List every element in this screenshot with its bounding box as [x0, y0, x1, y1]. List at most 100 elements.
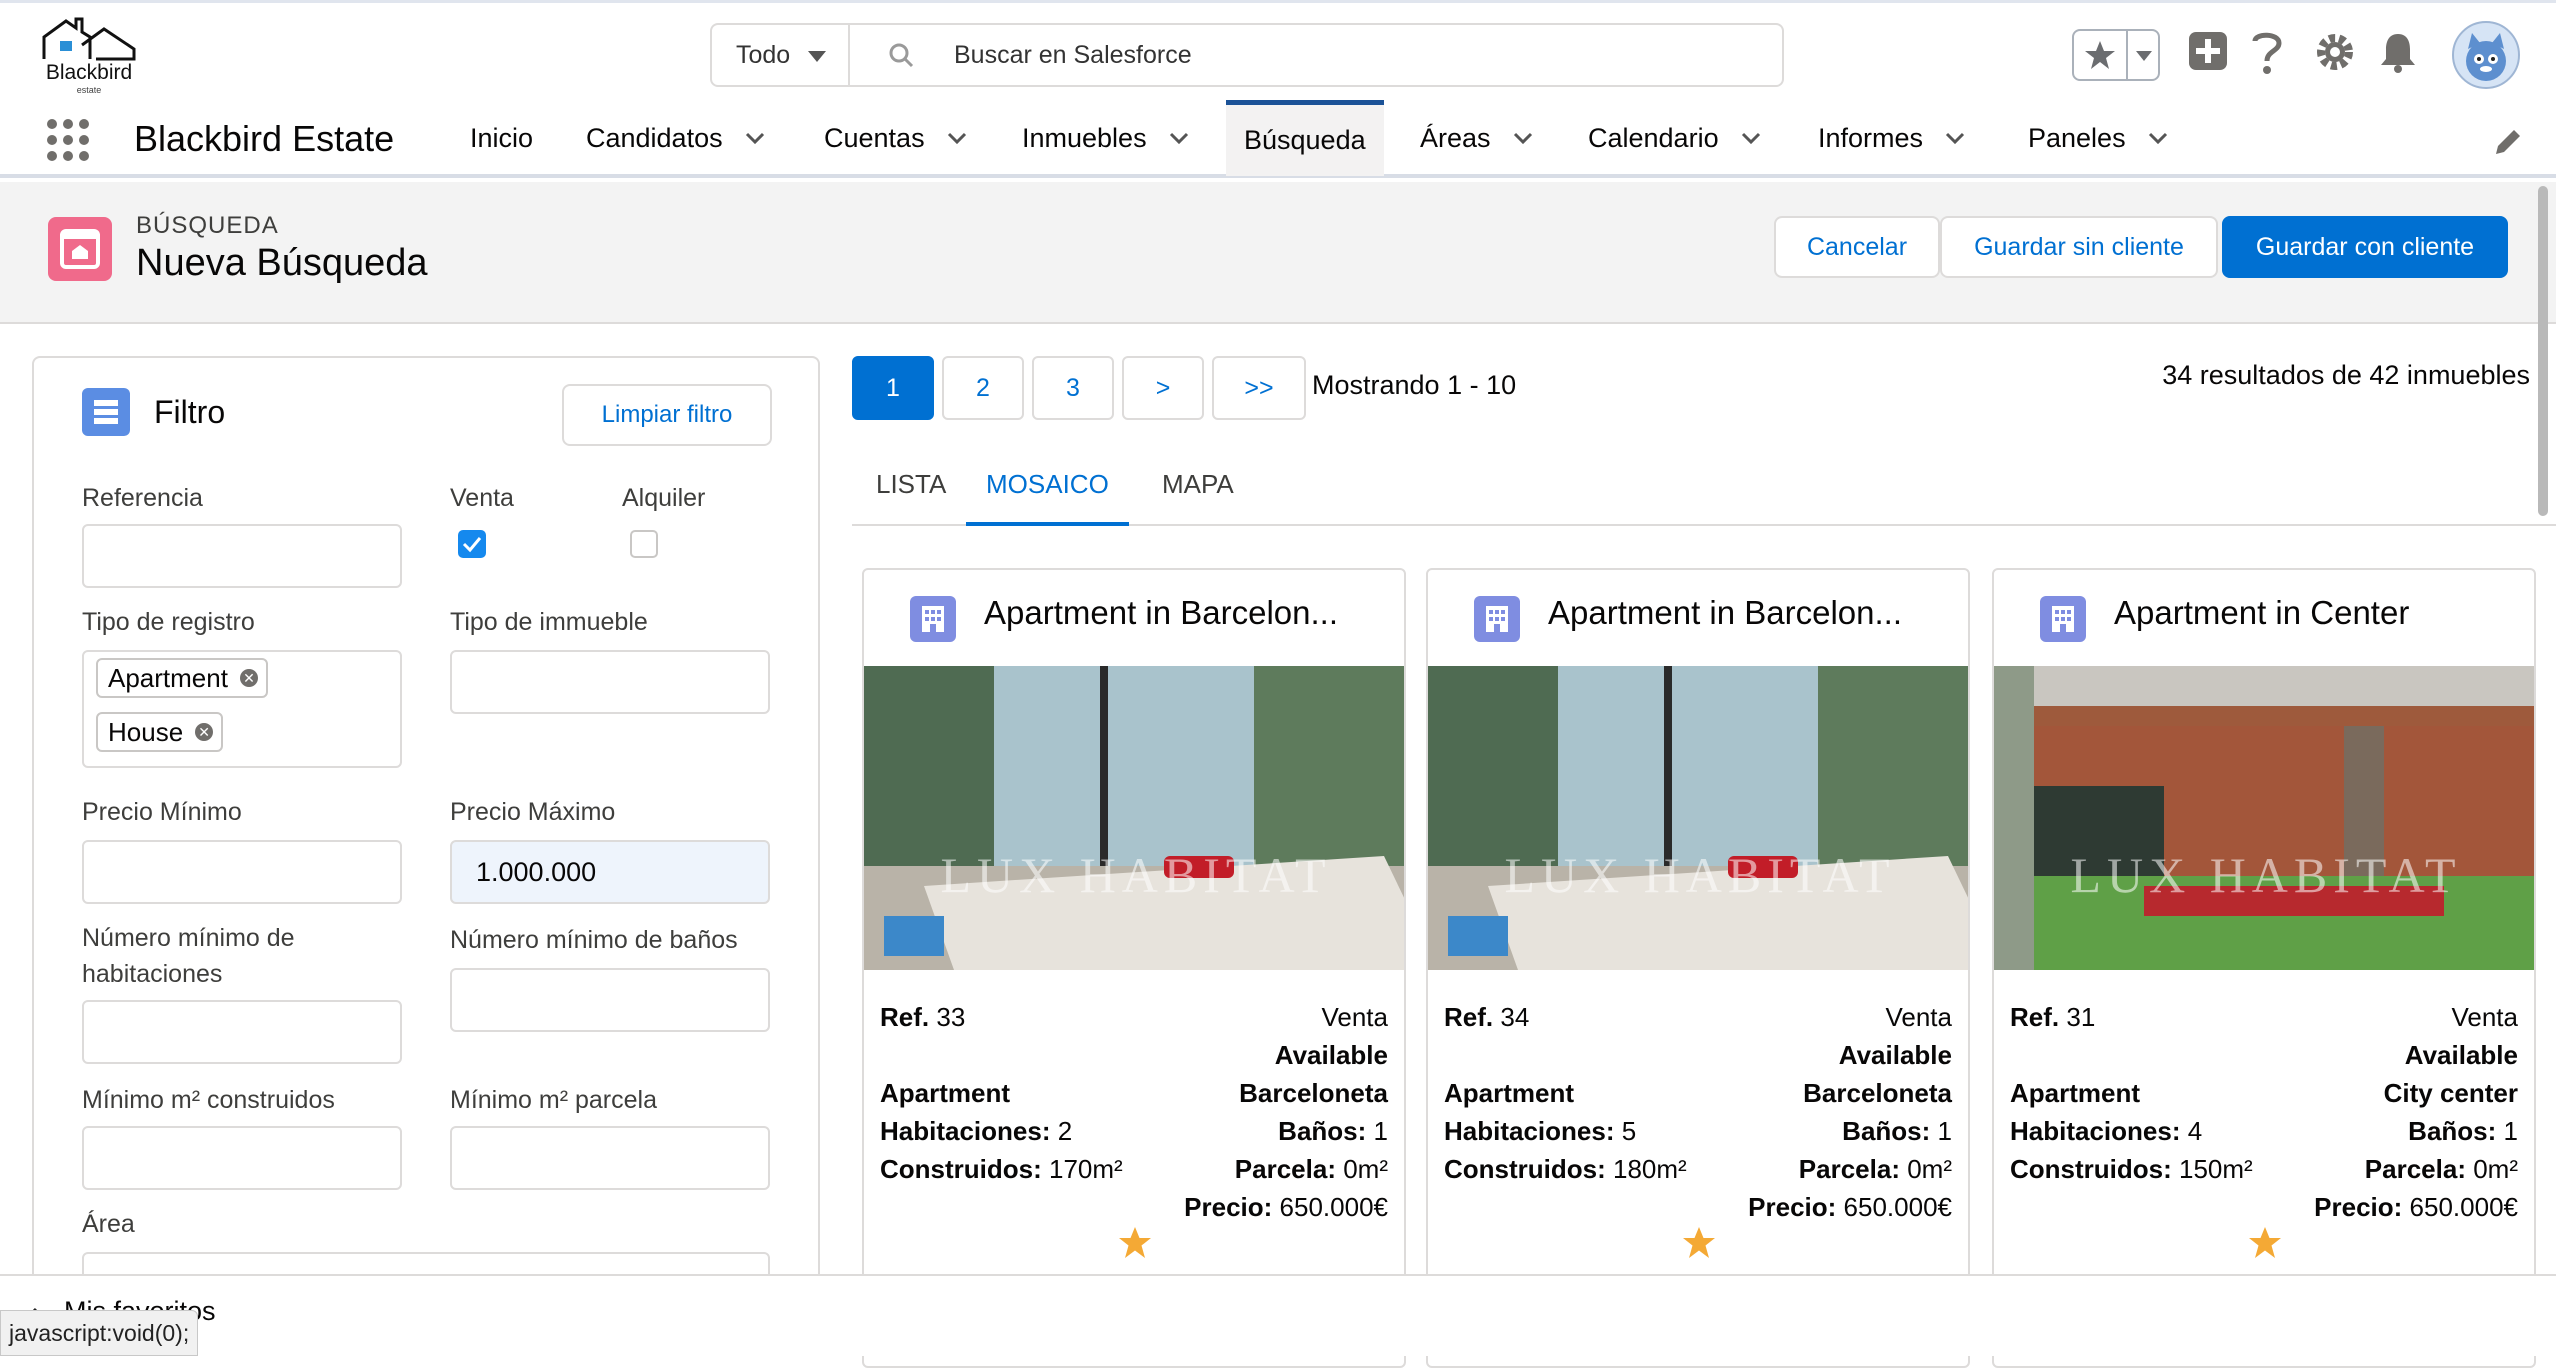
next-page-button[interactable]: > [1122, 356, 1204, 420]
tipo-registro-pill[interactable]: House ✕ [96, 712, 224, 752]
nav-item-candidatos[interactable]: Candidatos [586, 100, 765, 176]
referencia-input[interactable] [82, 524, 402, 588]
last-page-button[interactable]: >> [1212, 356, 1306, 420]
app-navigation-bar: Blackbird Estate Inicio Candidatos Cuent… [0, 100, 2556, 178]
property-ref: Ref. 33 [880, 998, 965, 1036]
chevron-down-icon[interactable] [947, 128, 967, 148]
banos-input[interactable] [450, 968, 770, 1032]
banos-label: Número mínimo de baños [450, 926, 738, 954]
favorites-button[interactable] [2072, 29, 2160, 81]
notifications-bell-icon[interactable] [2378, 31, 2418, 73]
divider [2126, 31, 2128, 79]
remove-pill-icon[interactable]: ✕ [239, 669, 258, 687]
page-button-1[interactable]: 1 [852, 356, 934, 420]
chevron-down-icon[interactable] [1945, 128, 1965, 148]
nav-item-paneles[interactable]: Paneles [2028, 100, 2168, 176]
venta-checkbox[interactable] [458, 530, 486, 558]
built-value: 150m² [2179, 1154, 2253, 1184]
page-eyebrow: BÚSQUEDA [136, 212, 279, 239]
property-card[interactable]: Apartment in Barcelon... LUX HABITAT Ref… [862, 568, 1406, 1368]
save-with-client-button[interactable]: Guardar con cliente [2222, 216, 2508, 278]
m2-parcela-input[interactable] [450, 1126, 770, 1190]
filter-panel: Filtro Limpiar filtro Referencia Venta A… [32, 356, 820, 1356]
property-plot: Parcela: 0m² [1799, 1150, 1952, 1188]
blackbird-logo[interactable]: Blackbird estate [30, 15, 148, 95]
search-scope-dropdown[interactable]: Todo [710, 23, 850, 87]
cancel-button[interactable]: Cancelar [1774, 216, 1940, 278]
save-without-client-button[interactable]: Guardar sin cliente [1940, 216, 2218, 278]
tipo-inmueble-input[interactable] [450, 650, 770, 714]
pill-label: House [108, 716, 184, 747]
favorite-star-icon[interactable] [2248, 1226, 2282, 1260]
edit-nav-pencil-icon[interactable] [2492, 126, 2524, 158]
help-icon[interactable] [2250, 29, 2284, 75]
chevron-down-icon[interactable] [2136, 51, 2152, 61]
global-search-input[interactable]: Buscar en Salesforce [850, 23, 1784, 87]
page-button-2[interactable]: 2 [942, 356, 1024, 420]
nav-item-areas[interactable]: Áreas [1420, 100, 1533, 176]
precio-minimo-input[interactable] [82, 840, 402, 904]
rooms-label: Habitaciones: [1444, 1116, 1615, 1146]
chevron-down-icon[interactable] [745, 128, 765, 148]
building-icon [2052, 606, 2074, 632]
property-photo[interactable]: LUX HABITAT [864, 666, 1404, 970]
property-card[interactable]: Apartment in Center LUX HABITAT Ref. 31 … [1992, 568, 2536, 1368]
favorite-star-icon[interactable] [1682, 1226, 1716, 1260]
page-button-3[interactable]: 3 [1032, 356, 1114, 420]
chevron-down-icon[interactable] [1741, 128, 1761, 148]
chevron-down-icon[interactable] [1513, 128, 1533, 148]
living-room-photo [864, 666, 1404, 970]
alquiler-checkbox[interactable] [630, 530, 658, 558]
tab-mapa[interactable]: MAPA [1162, 464, 1234, 526]
logo-subtext: estate [76, 85, 102, 95]
chevron-down-icon[interactable] [2148, 128, 2168, 148]
property-price: Precio: 650.000€ [1184, 1188, 1388, 1226]
baths-label: Baños: [1278, 1116, 1367, 1146]
built-label: Construidos: [1444, 1154, 1606, 1184]
global-header: Blackbird estate Todo Buscar en Salesfor… [0, 0, 2556, 100]
price-value: 650.000€ [1843, 1192, 1952, 1222]
nav-item-inicio[interactable]: Inicio [470, 100, 533, 176]
tab-lista[interactable]: LISTA [876, 464, 946, 526]
habitaciones-input[interactable] [82, 1000, 402, 1064]
baths-label: Baños: [1842, 1116, 1931, 1146]
browser-status-url: javascript:void(0); [0, 1310, 199, 1356]
favorite-star-icon[interactable] [1118, 1226, 1152, 1260]
ref-value: 31 [2066, 1002, 2096, 1032]
precio-maximo-input[interactable]: 1.000.000 [450, 840, 770, 904]
chevron-down-icon[interactable] [1169, 128, 1189, 148]
property-title[interactable]: Apartment in Barcelon... [1548, 594, 1958, 632]
property-built: Construidos: 170m² [880, 1150, 1123, 1188]
nav-item-label: Áreas [1420, 122, 1491, 153]
property-card[interactable]: Apartment in Barcelon... LUX HABITAT Ref… [1426, 568, 1970, 1368]
tipo-registro-pill[interactable]: Apartment ✕ [96, 658, 268, 698]
m2-construidos-input[interactable] [82, 1126, 402, 1190]
photo-watermark: LUX HABITAT [940, 847, 1332, 903]
photo-watermark: LUX HABITAT [1504, 847, 1896, 903]
building-icon [1486, 606, 1508, 632]
property-photo[interactable]: LUX HABITAT [1428, 666, 1968, 970]
nav-item-busqueda[interactable]: Búsqueda [1226, 100, 1384, 176]
property-zone: Barceloneta [1803, 1078, 1952, 1108]
global-actions-add-icon[interactable] [2188, 31, 2228, 71]
ref-label: Ref. [1444, 1002, 1494, 1032]
nav-item-cuentas[interactable]: Cuentas [824, 100, 967, 176]
nav-item-informes[interactable]: Informes [1818, 100, 1965, 176]
nav-item-label: Inmuebles [1022, 122, 1147, 153]
rooms-label: Habitaciones: [2010, 1116, 2181, 1146]
rooms-value: 5 [1621, 1116, 1637, 1146]
property-title[interactable]: Apartment in Center [2114, 594, 2524, 632]
vertical-scrollbar[interactable] [2538, 186, 2548, 516]
clear-filter-button[interactable]: Limpiar filtro [562, 384, 772, 446]
tab-mosaico[interactable]: MOSAICO [966, 464, 1129, 526]
nav-item-inmuebles[interactable]: Inmuebles [1022, 100, 1189, 176]
remove-pill-icon[interactable]: ✕ [195, 723, 214, 741]
property-title[interactable]: Apartment in Barcelon... [984, 594, 1394, 632]
nav-item-label: Cuentas [824, 122, 925, 153]
property-photo[interactable]: LUX HABITAT [1994, 666, 2534, 970]
nav-item-calendario[interactable]: Calendario [1588, 100, 1761, 176]
gear-icon[interactable] [2314, 31, 2356, 73]
results-count: 34 resultados de 42 inmuebles [2162, 360, 2530, 390]
user-avatar[interactable] [2452, 21, 2520, 89]
app-launcher-icon[interactable] [46, 118, 90, 162]
